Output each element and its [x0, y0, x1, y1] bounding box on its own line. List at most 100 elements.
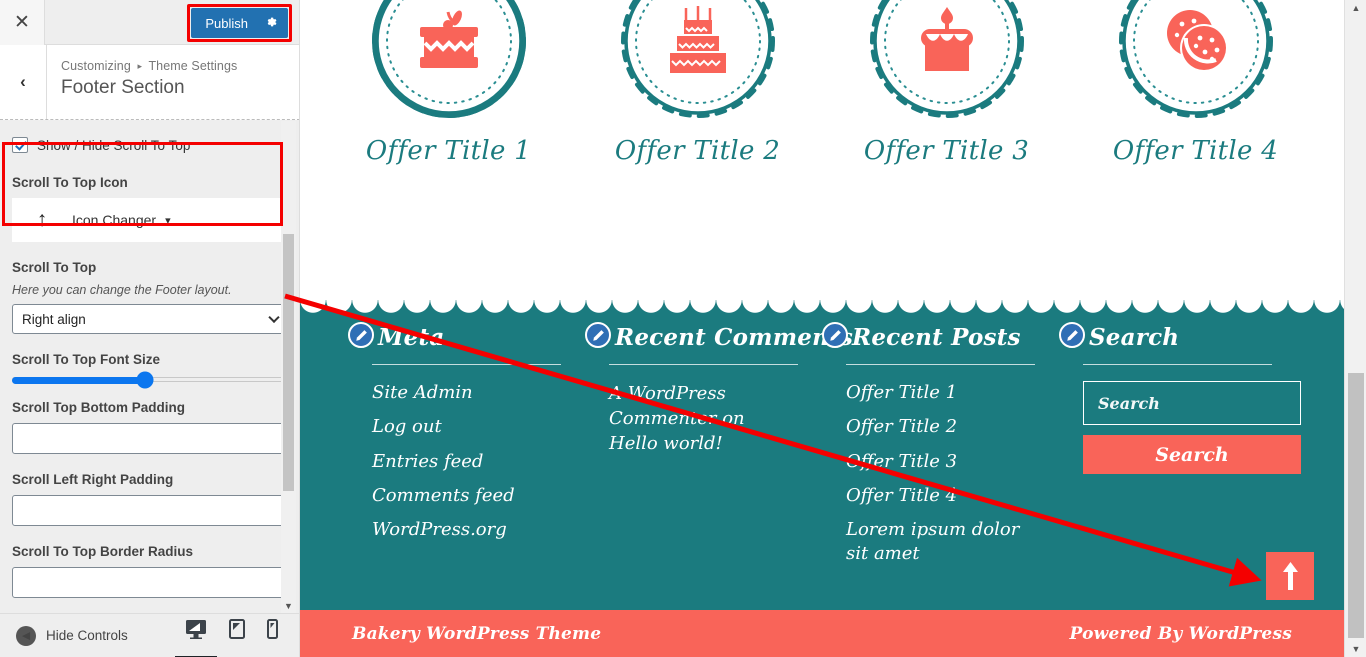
breadcrumb-separator-icon: ▸: [137, 61, 143, 71]
widget-title: Meta: [378, 323, 445, 351]
device-preview-buttons: [185, 619, 278, 652]
chevron-down-icon: [268, 311, 280, 324]
hide-controls-button[interactable]: ◄ Hide Controls: [16, 625, 128, 646]
icon-changer-button[interactable]: ↑ Icon Changer ▾: [12, 198, 288, 242]
list-item[interactable]: Log out: [372, 415, 561, 439]
border-radius-input[interactable]: [12, 567, 288, 598]
control-scroll-top-layout: Scroll To Top Here you can change the Fo…: [12, 260, 288, 334]
offer-title[interactable]: Offer Title 4: [1096, 136, 1296, 166]
list-item[interactable]: Site Admin: [372, 381, 561, 405]
lr-padding-label: Scroll Left Right Padding: [12, 472, 174, 487]
offer-title[interactable]: Offer Title 1: [349, 136, 549, 166]
desktop-icon[interactable]: [185, 619, 207, 652]
list-item[interactable]: Entries feed: [372, 450, 561, 474]
scroll-top-layout-select[interactable]: Right align: [12, 304, 288, 334]
scroll-to-top-button[interactable]: [1266, 552, 1314, 600]
widget-link-list: Offer Title 1 Offer Title 2 Offer Title …: [846, 381, 1035, 567]
list-item[interactable]: Offer Title 2: [846, 415, 1035, 439]
widget-divider: [609, 364, 798, 365]
arrow-up-icon: ↑: [36, 208, 48, 231]
list-item[interactable]: Offer Title 3: [846, 450, 1035, 474]
publish-button[interactable]: Publish: [191, 8, 288, 38]
offer-title[interactable]: Offer Title 2: [598, 136, 798, 166]
preview-scrollbar-thumb[interactable]: [1348, 373, 1364, 638]
offer-title[interactable]: Offer Title 3: [847, 136, 1047, 166]
customizer-header: ‹ Customizing ▸ Theme Settings Footer Se…: [0, 45, 299, 120]
font-size-slider[interactable]: [12, 371, 288, 388]
bottom-padding-input[interactable]: [12, 423, 288, 454]
scroll-up-arrow-icon[interactable]: ▲: [1345, 3, 1366, 13]
scroll-top-layout-value: Right align: [22, 311, 86, 327]
pencil-edit-icon[interactable]: [585, 322, 611, 348]
show-hide-checkbox[interactable]: [12, 137, 28, 153]
chevron-left-icon: ◄: [16, 625, 36, 646]
scroll-down-arrow-icon[interactable]: ▼: [281, 601, 296, 611]
footer-copyright-bar: Bakery WordPress Theme Powered By WordPr…: [300, 610, 1344, 657]
list-item[interactable]: Offer Title 4: [846, 484, 1035, 508]
widget-title-row: Meta: [348, 322, 561, 352]
footer-widgets: Meta Site Admin Log out Entries feed Com…: [300, 322, 1344, 577]
control-scroll-top-icon: Scroll To Top Icon ↑ Icon Changer ▾: [12, 175, 288, 242]
offer-item: Offer Title 1: [349, 0, 549, 166]
tiered-cake-icon: [669, 6, 726, 73]
widget-link-list: Site Admin Log out Entries feed Comments…: [372, 381, 561, 542]
lr-padding-input[interactable]: [12, 495, 288, 526]
widget-recent-posts: Recent Posts Offer Title 1 Offer Title 2…: [822, 322, 1059, 577]
cookies-icon: [1166, 10, 1228, 72]
scroll-down-arrow-icon[interactable]: ▼: [1345, 644, 1366, 654]
offer-item: Offer Title 4: [1096, 0, 1296, 166]
breadcrumb-parent[interactable]: Theme Settings: [148, 59, 237, 73]
widget-divider: [372, 364, 561, 365]
list-item[interactable]: Comments feed: [372, 484, 561, 508]
site-preview: Offer Title 1 Offer Title 2 Offer Title …: [300, 0, 1366, 657]
preview-scrollbar[interactable]: ▲ ▼: [1344, 0, 1366, 657]
close-customizer-button[interactable]: ✕: [0, 0, 45, 45]
cake-slice-icon: [419, 10, 478, 68]
bottom-padding-label: Scroll Top Bottom Padding: [12, 400, 185, 415]
scroll-top-layout-label: Scroll To Top: [12, 260, 97, 275]
pencil-edit-icon[interactable]: [348, 322, 374, 348]
pencil-edit-icon[interactable]: [822, 322, 848, 348]
widget-meta: Meta Site Admin Log out Entries feed Com…: [348, 322, 585, 577]
candle-cake-icon: [920, 7, 973, 71]
pencil-edit-icon[interactable]: [1059, 322, 1085, 348]
widget-title-row: Recent Comments: [585, 322, 853, 352]
control-scroll-top-bottom-padding: Scroll Top Bottom Padding: [12, 400, 288, 454]
mobile-icon[interactable]: [267, 619, 278, 652]
widget-title: Search: [1089, 323, 1180, 351]
breadcrumb-root[interactable]: Customizing: [61, 59, 131, 73]
footer-powered-by[interactable]: Powered By WordPress: [1070, 624, 1292, 644]
offer-circle: [866, 0, 1028, 122]
publish-highlight: Publish: [187, 4, 292, 42]
font-size-label: Scroll To Top Font Size: [12, 352, 160, 367]
footer-theme-name: Bakery WordPress Theme: [352, 623, 602, 644]
offer-circle: [1115, 0, 1277, 122]
customizer-scrollbar[interactable]: ▼: [281, 121, 296, 613]
customizer-bottom-bar: ◄ Hide Controls: [0, 613, 299, 657]
customizer-topbar: ✕ Publish: [0, 0, 299, 45]
font-size-slider-thumb[interactable]: [136, 371, 154, 388]
back-button[interactable]: ‹: [0, 45, 47, 119]
controls-list: Show / Hide Scroll To Top Scroll To Top …: [0, 121, 299, 613]
widget-title-row: Search: [1059, 322, 1272, 352]
control-scroll-top-border-radius: Scroll To Top Border Radius: [12, 544, 288, 598]
control-scroll-top-font-size: Scroll To Top Font Size: [12, 352, 288, 388]
offer-circle: [617, 0, 779, 122]
scroll-top-layout-description: Here you can change the Footer layout.: [12, 283, 232, 297]
recent-comment-text[interactable]: A WordPress Commenter on Hello world!: [609, 381, 798, 457]
footer-widget-area: Meta Site Admin Log out Entries feed Com…: [300, 300, 1344, 610]
search-button[interactable]: Search: [1083, 435, 1301, 474]
widget-search: Search Search: [1059, 322, 1301, 577]
widget-title: Recent Comments: [615, 323, 853, 351]
offer-circle: [368, 0, 530, 122]
gear-icon[interactable]: [264, 15, 278, 31]
list-item[interactable]: WordPress.org: [372, 518, 561, 542]
scalloped-edge-decoration: [300, 300, 1344, 316]
list-item[interactable]: Offer Title 1: [846, 381, 1035, 405]
customizer-scrollbar-thumb[interactable]: [283, 234, 294, 491]
control-show-hide-scroll-top[interactable]: Show / Hide Scroll To Top: [12, 137, 288, 153]
control-scroll-left-right-padding: Scroll Left Right Padding: [12, 472, 288, 526]
list-item[interactable]: Lorem ipsum dolor sit amet: [846, 518, 1035, 567]
search-input[interactable]: [1083, 381, 1301, 425]
tablet-icon[interactable]: [229, 619, 245, 652]
